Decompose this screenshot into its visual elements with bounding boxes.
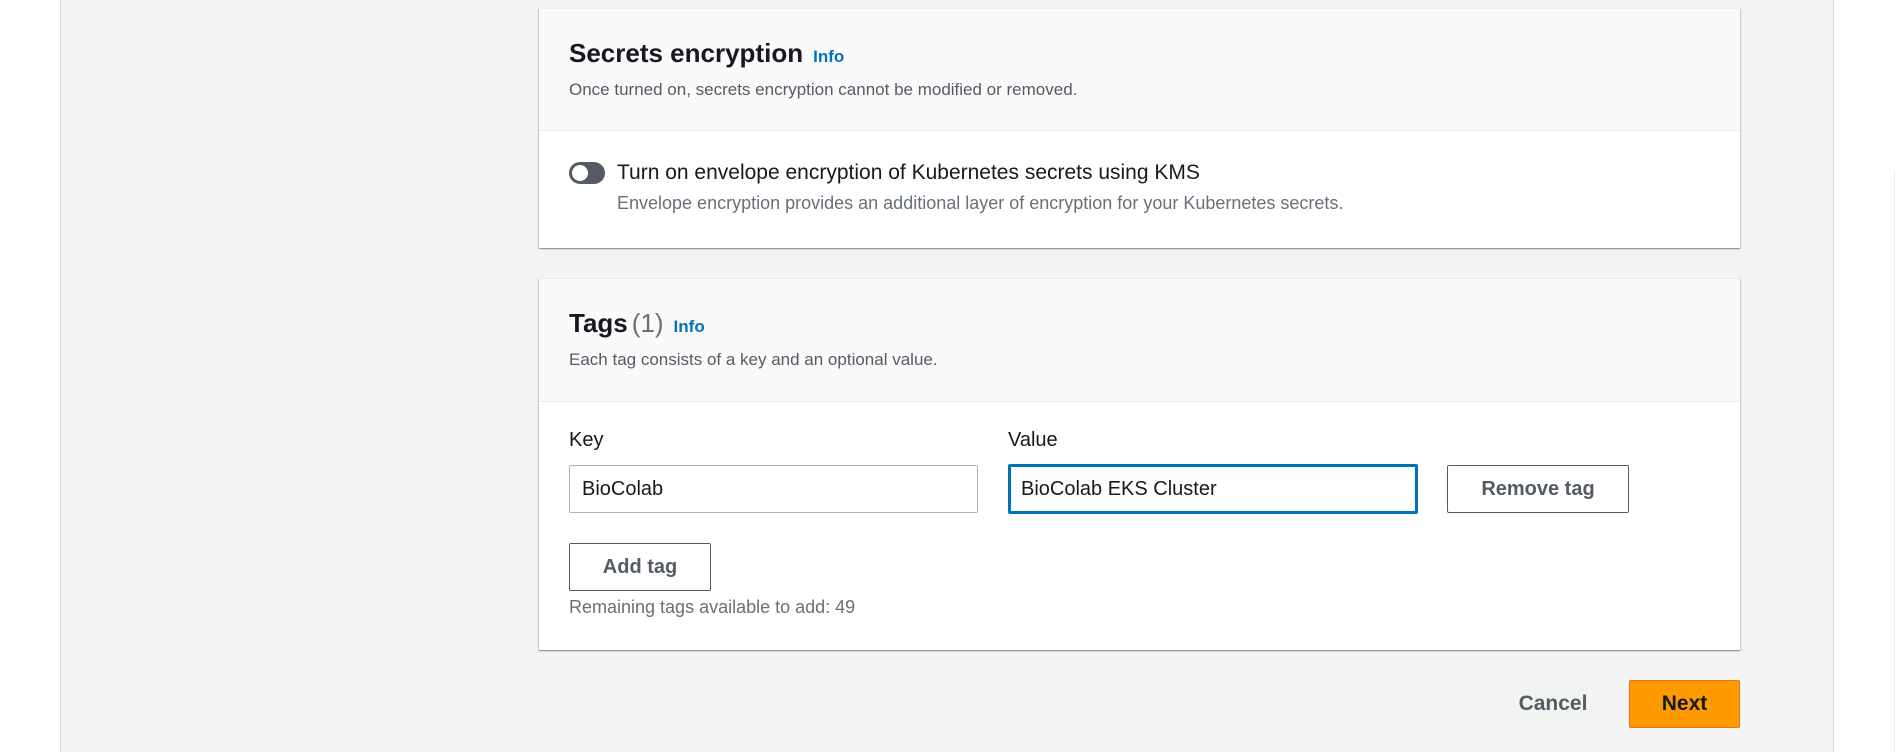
tags-description: Each tag consists of a key and an option… xyxy=(569,350,938,369)
tag-key-label: Key xyxy=(569,429,604,451)
next-button[interactable]: Next xyxy=(1629,680,1740,728)
cancel-button[interactable]: Cancel xyxy=(1505,680,1601,728)
tags-count: (1) xyxy=(631,308,664,338)
toggle-knob xyxy=(572,165,588,181)
add-tag-button[interactable]: Add tag xyxy=(569,543,711,591)
secrets-encryption-panel: Secrets encryption Info Once turned on, … xyxy=(539,8,1740,248)
envelope-encryption-toggle[interactable] xyxy=(569,162,605,184)
tag-value-input[interactable] xyxy=(1008,464,1418,514)
secrets-encryption-header: Secrets encryption Info Once turned on, … xyxy=(539,9,1740,131)
secrets-encryption-title: Secrets encryption xyxy=(569,38,804,68)
tag-key-input[interactable] xyxy=(569,465,978,513)
tags-header: Tags (1) Info Each tag consists of a key … xyxy=(539,279,1740,402)
tags-panel: Tags (1) Info Each tag consists of a key … xyxy=(539,278,1740,650)
remove-tag-button[interactable]: Remove tag xyxy=(1447,465,1629,513)
envelope-encryption-text: Turn on envelope encryption of Kubernete… xyxy=(617,159,1343,215)
tags-title-row: Tags (1) Info xyxy=(569,307,1710,339)
envelope-encryption-toggle-row: Turn on envelope encryption of Kubernete… xyxy=(569,159,1343,215)
tag-value-label: Value xyxy=(1008,429,1058,451)
secrets-info-link[interactable]: Info xyxy=(813,47,844,67)
tags-title: Tags (1) xyxy=(569,307,664,339)
remaining-tags-text: Remaining tags available to add: 49 xyxy=(569,597,856,617)
scrollbar-edge xyxy=(1894,170,1898,752)
envelope-encryption-label[interactable]: Turn on envelope encryption of Kubernete… xyxy=(617,159,1343,187)
secrets-encryption-title-row: Secrets encryption Info xyxy=(569,37,1710,69)
tags-info-link[interactable]: Info xyxy=(674,317,705,337)
tags-title-text: Tags xyxy=(569,308,628,338)
envelope-encryption-description: Envelope encryption provides an addition… xyxy=(617,193,1344,213)
secrets-encryption-description: Once turned on, secrets encryption canno… xyxy=(569,80,1078,99)
